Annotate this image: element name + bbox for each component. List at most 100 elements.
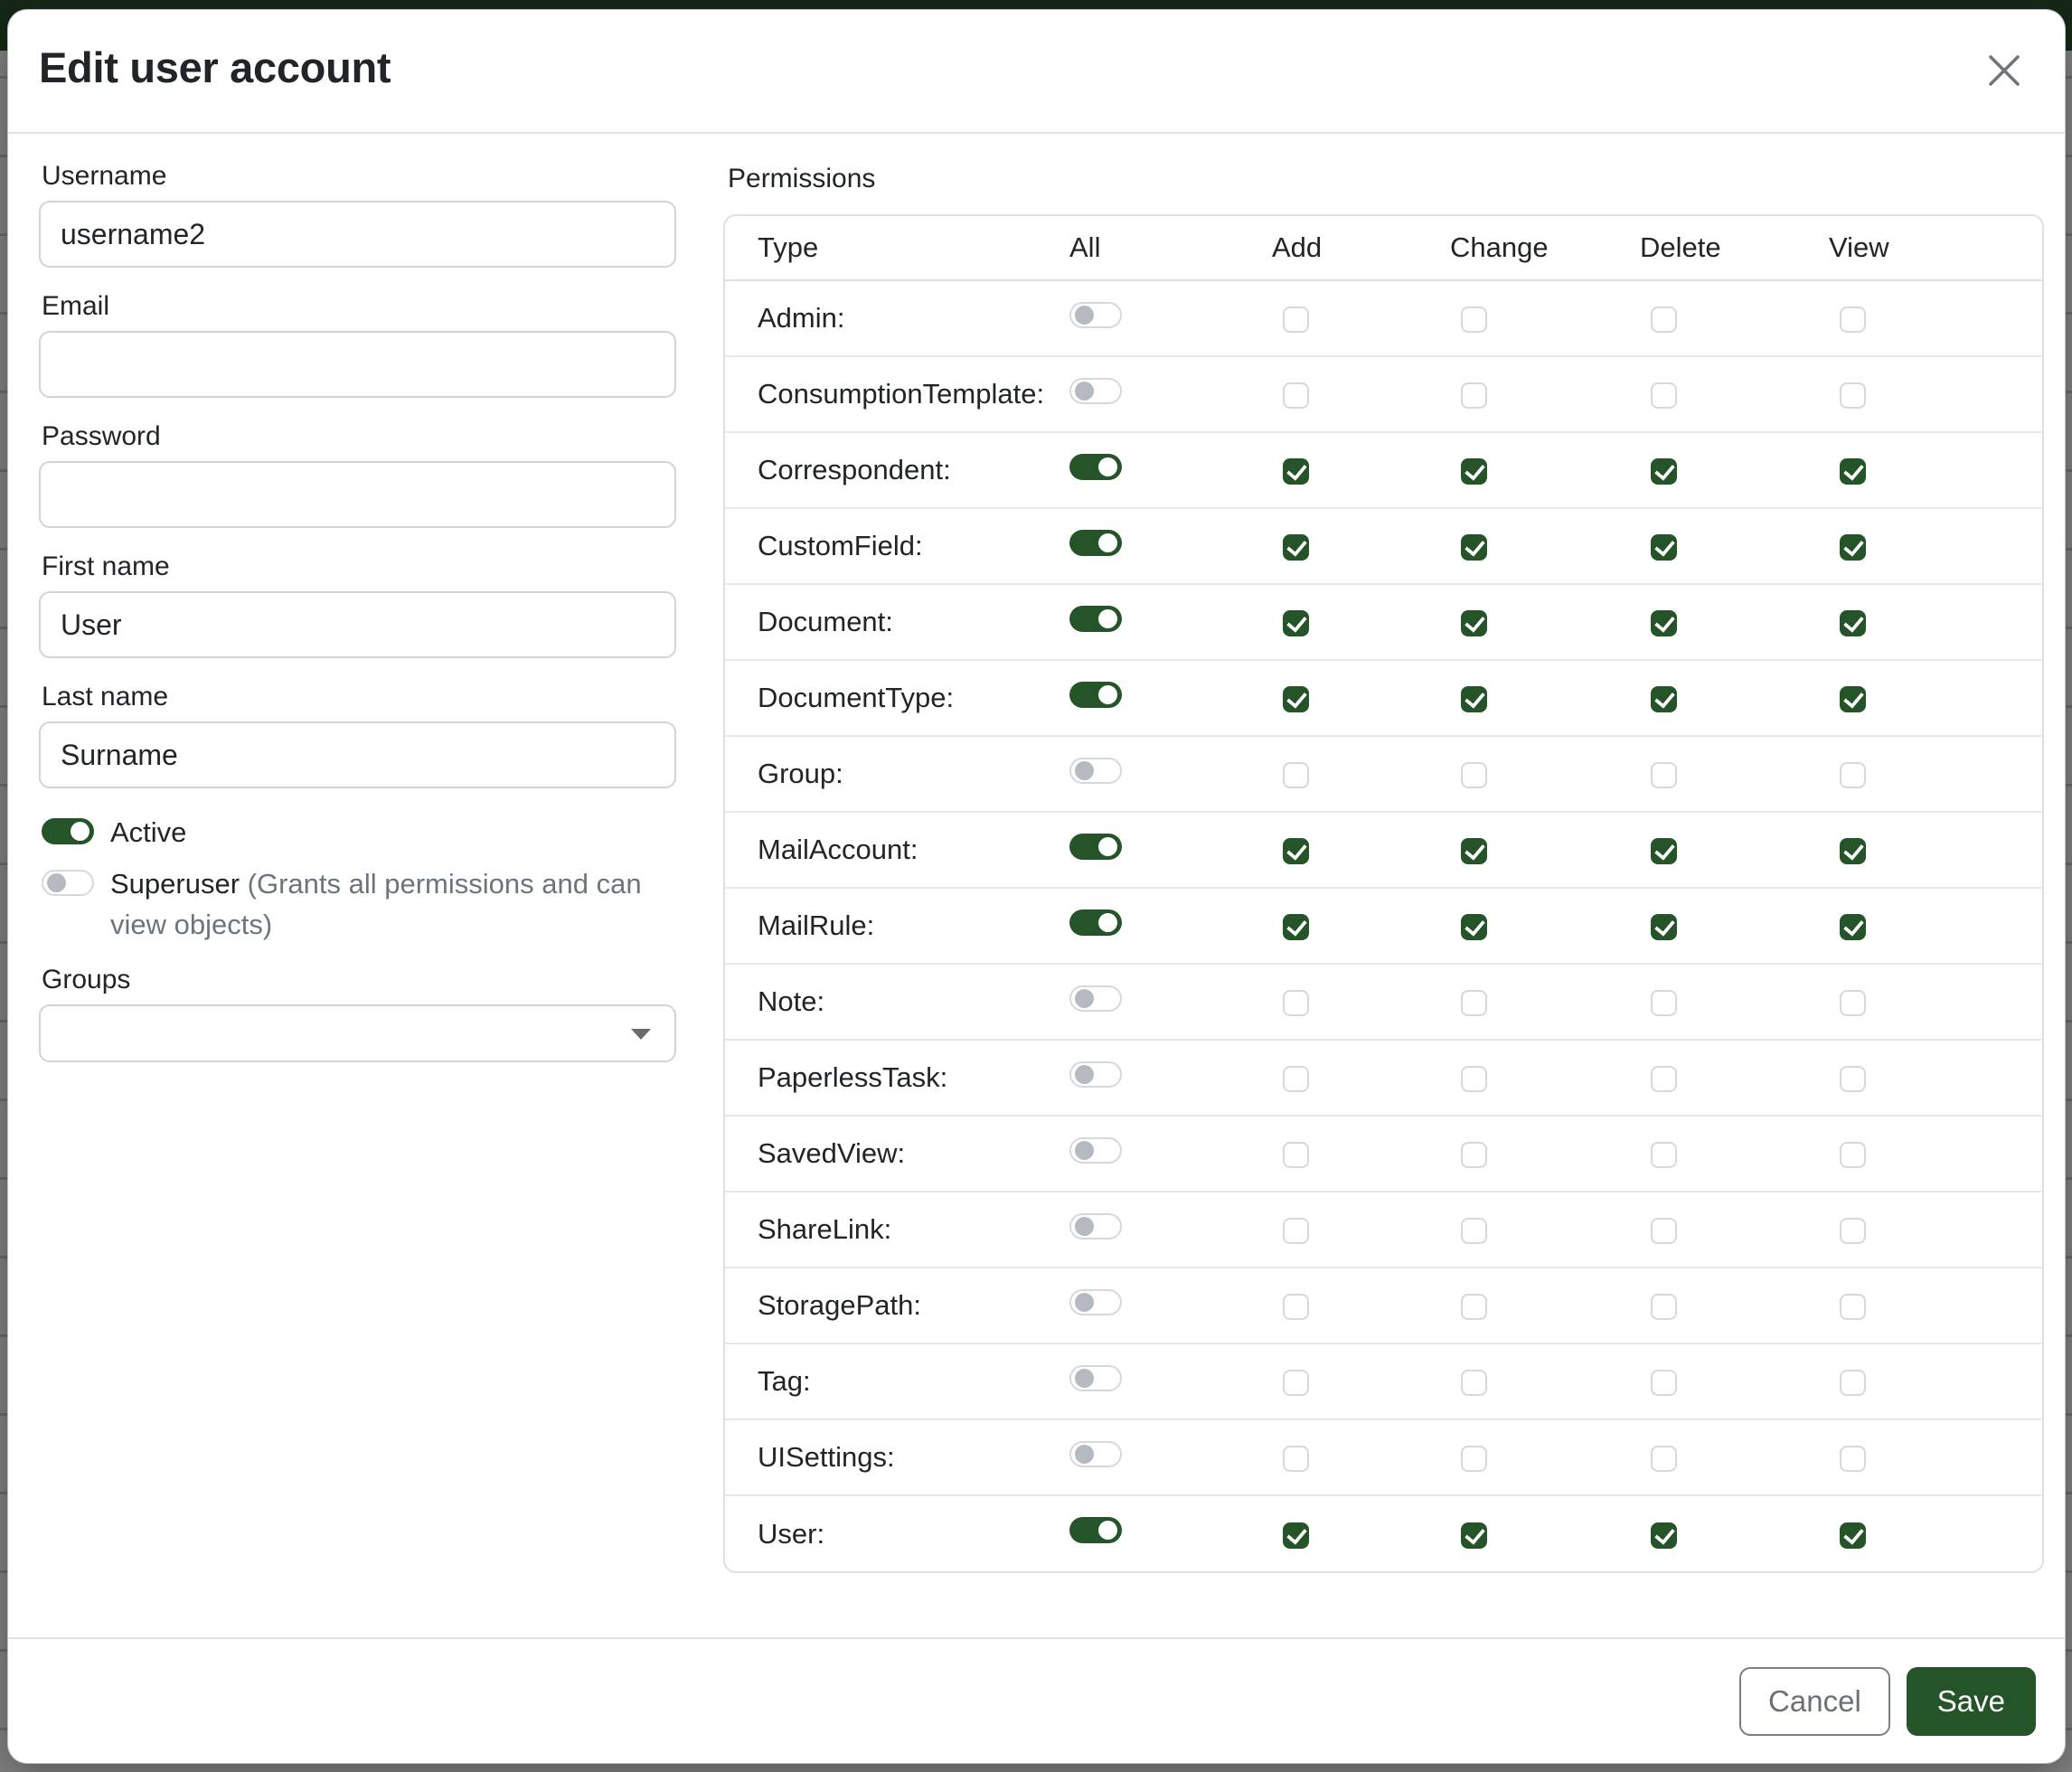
permission-delete-checkbox[interactable] xyxy=(1651,762,1677,788)
permission-change-checkbox[interactable] xyxy=(1461,382,1487,409)
permission-add-checkbox[interactable] xyxy=(1283,1370,1309,1396)
permission-change-checkbox[interactable] xyxy=(1461,1446,1487,1472)
permission-delete-checkbox[interactable] xyxy=(1651,534,1677,561)
permission-view-checkbox[interactable] xyxy=(1840,458,1866,485)
permission-view-checkbox[interactable] xyxy=(1840,306,1866,333)
permission-change-checkbox[interactable] xyxy=(1461,458,1487,485)
permission-delete-checkbox[interactable] xyxy=(1651,610,1677,636)
permission-add-checkbox[interactable] xyxy=(1283,914,1309,940)
permission-change-checkbox[interactable] xyxy=(1461,1522,1487,1549)
permission-all-toggle[interactable] xyxy=(1069,1213,1122,1239)
first-name-input[interactable] xyxy=(39,591,676,658)
permission-delete-checkbox[interactable] xyxy=(1651,1446,1677,1472)
permission-delete-checkbox[interactable] xyxy=(1651,382,1677,409)
permission-view-checkbox[interactable] xyxy=(1840,1522,1866,1549)
last-name-input[interactable] xyxy=(39,721,676,788)
password-input[interactable] xyxy=(39,461,676,528)
permission-add-checkbox[interactable] xyxy=(1283,686,1309,712)
cancel-button[interactable]: Cancel xyxy=(1739,1667,1890,1736)
permission-add-checkbox[interactable] xyxy=(1283,610,1309,636)
permission-change-checkbox[interactable] xyxy=(1461,1218,1487,1244)
permission-all-toggle[interactable] xyxy=(1069,1441,1122,1467)
groups-select[interactable] xyxy=(39,1004,676,1062)
permission-change-checkbox[interactable] xyxy=(1461,1142,1487,1168)
permission-change-checkbox[interactable] xyxy=(1461,610,1487,636)
permission-view-checkbox[interactable] xyxy=(1840,838,1866,864)
permission-add-checkbox[interactable] xyxy=(1283,1218,1309,1244)
permission-add-checkbox[interactable] xyxy=(1283,1142,1309,1168)
permission-view-checkbox[interactable] xyxy=(1840,762,1866,788)
permission-change-checkbox[interactable] xyxy=(1461,306,1487,333)
username-input[interactable] xyxy=(39,201,676,268)
email-input[interactable] xyxy=(39,331,676,398)
permission-delete-checkbox[interactable] xyxy=(1651,686,1677,712)
permission-change-checkbox[interactable] xyxy=(1461,914,1487,940)
permission-all-toggle[interactable] xyxy=(1069,1061,1122,1088)
permission-add-checkbox[interactable] xyxy=(1283,458,1309,485)
permission-row: UISettings: xyxy=(725,1419,2042,1495)
permission-delete-checkbox[interactable] xyxy=(1651,1218,1677,1244)
permission-delete-checkbox[interactable] xyxy=(1651,1370,1677,1396)
permission-all-toggle[interactable] xyxy=(1069,530,1122,556)
permission-all-toggle[interactable] xyxy=(1069,1365,1122,1391)
permission-delete-checkbox[interactable] xyxy=(1651,458,1677,485)
permission-change-checkbox[interactable] xyxy=(1461,1370,1487,1396)
permission-add-checkbox[interactable] xyxy=(1283,762,1309,788)
superuser-toggle[interactable] xyxy=(42,870,94,896)
permission-all-toggle[interactable] xyxy=(1069,1137,1122,1164)
permission-delete-checkbox[interactable] xyxy=(1651,914,1677,940)
permission-all-toggle[interactable] xyxy=(1069,1517,1122,1543)
permission-all-toggle[interactable] xyxy=(1069,302,1122,328)
permission-add-checkbox[interactable] xyxy=(1283,382,1309,409)
permission-view-checkbox[interactable] xyxy=(1840,1142,1866,1168)
permission-add-checkbox[interactable] xyxy=(1283,1066,1309,1092)
permission-delete-checkbox[interactable] xyxy=(1651,838,1677,864)
permission-row: ShareLink: xyxy=(725,1192,2042,1268)
permission-change-checkbox[interactable] xyxy=(1461,990,1487,1016)
permission-view-checkbox[interactable] xyxy=(1840,686,1866,712)
permission-add-checkbox[interactable] xyxy=(1283,306,1309,333)
permission-delete-checkbox[interactable] xyxy=(1651,1066,1677,1092)
permission-view-checkbox[interactable] xyxy=(1840,1370,1866,1396)
active-toggle[interactable] xyxy=(42,818,94,844)
permission-change-checkbox[interactable] xyxy=(1461,686,1487,712)
permission-delete-checkbox[interactable] xyxy=(1651,1522,1677,1549)
permission-add-checkbox[interactable] xyxy=(1283,1294,1309,1320)
permission-all-toggle[interactable] xyxy=(1069,985,1122,1012)
permission-delete-checkbox[interactable] xyxy=(1651,306,1677,333)
save-button[interactable]: Save xyxy=(1907,1667,2036,1736)
permission-view-checkbox[interactable] xyxy=(1840,1066,1866,1092)
permission-change-checkbox[interactable] xyxy=(1461,838,1487,864)
permission-change-checkbox[interactable] xyxy=(1461,762,1487,788)
permission-view-checkbox[interactable] xyxy=(1840,914,1866,940)
permission-all-toggle[interactable] xyxy=(1069,758,1122,784)
permission-all-toggle[interactable] xyxy=(1069,682,1122,708)
permission-all-toggle[interactable] xyxy=(1069,910,1122,936)
permission-view-checkbox[interactable] xyxy=(1840,1446,1866,1472)
permission-add-checkbox[interactable] xyxy=(1283,990,1309,1016)
permission-all-toggle[interactable] xyxy=(1069,1289,1122,1315)
permission-delete-checkbox[interactable] xyxy=(1651,1294,1677,1320)
permission-add-checkbox[interactable] xyxy=(1283,1522,1309,1549)
close-button[interactable] xyxy=(1980,46,2029,95)
permission-change-checkbox[interactable] xyxy=(1461,1294,1487,1320)
permission-change-checkbox[interactable] xyxy=(1461,534,1487,561)
permission-view-checkbox[interactable] xyxy=(1840,382,1866,409)
permission-view-checkbox[interactable] xyxy=(1840,990,1866,1016)
permission-change-checkbox[interactable] xyxy=(1461,1066,1487,1092)
permission-view-checkbox[interactable] xyxy=(1840,610,1866,636)
permission-delete-checkbox[interactable] xyxy=(1651,1142,1677,1168)
permission-all-toggle[interactable] xyxy=(1069,454,1122,480)
email-label: Email xyxy=(42,291,676,322)
permission-all-toggle[interactable] xyxy=(1069,834,1122,860)
permission-add-checkbox[interactable] xyxy=(1283,838,1309,864)
permission-type-label: Correspondent: xyxy=(725,432,1069,508)
permission-all-toggle[interactable] xyxy=(1069,378,1122,404)
permission-add-checkbox[interactable] xyxy=(1283,1446,1309,1472)
permission-view-checkbox[interactable] xyxy=(1840,1218,1866,1244)
permission-all-toggle[interactable] xyxy=(1069,606,1122,632)
permission-delete-checkbox[interactable] xyxy=(1651,990,1677,1016)
permission-view-checkbox[interactable] xyxy=(1840,1294,1866,1320)
permission-add-checkbox[interactable] xyxy=(1283,534,1309,561)
permission-view-checkbox[interactable] xyxy=(1840,534,1866,561)
